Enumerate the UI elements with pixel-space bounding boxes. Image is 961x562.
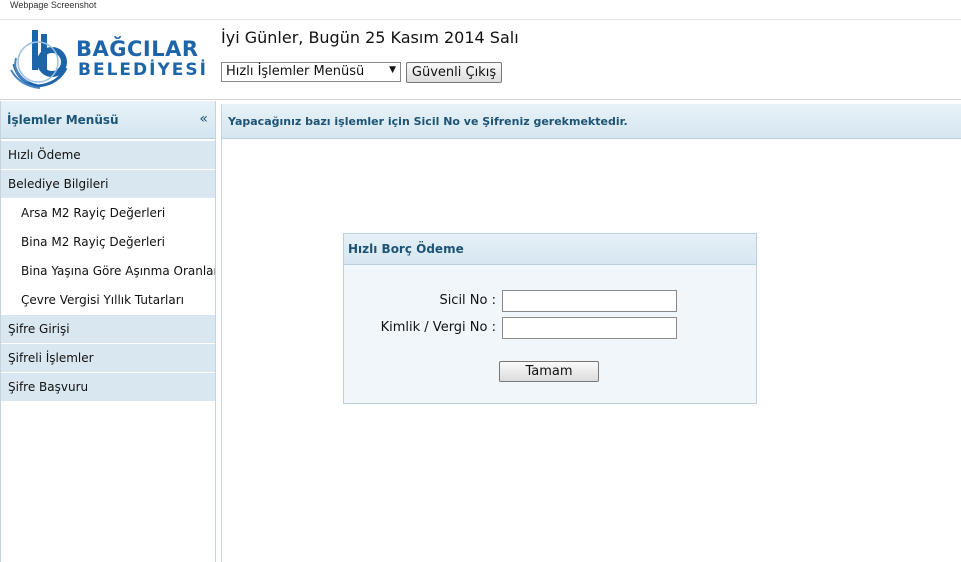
logo-subtitle: BELEDİYESİ bbox=[78, 60, 208, 80]
sidebar-item-arsa-rayic[interactable]: Arsa M2 Rayiç Değerleri bbox=[1, 199, 215, 228]
sidebar-item-hizli-odeme[interactable]: Hızlı Ödeme bbox=[1, 141, 215, 170]
sidebar: İşlemler Menüsü « Hızlı Ödeme Belediye B… bbox=[0, 101, 216, 562]
sidebar-item-sifre-girisi[interactable]: Şifre Girişi bbox=[1, 315, 215, 344]
logo-emblem-icon bbox=[10, 30, 68, 89]
submit-button[interactable]: Tamam bbox=[499, 361, 599, 382]
sidebar-header: İşlemler Menüsü « bbox=[1, 101, 215, 139]
logout-button[interactable]: Güvenli Çıkış bbox=[406, 62, 502, 83]
header-divider bbox=[0, 99, 961, 100]
notice-text: Yapacağınız bazı işlemler için Sicil No … bbox=[228, 115, 628, 128]
notice-bar: Yapacağınız bazı işlemler için Sicil No … bbox=[221, 104, 961, 139]
main-border bbox=[221, 139, 222, 562]
sidebar-item-sifreli-islemler[interactable]: Şifreli İşlemler bbox=[1, 344, 215, 373]
dropdown-arrow-icon: ▼ bbox=[389, 65, 396, 75]
sidebar-item-cevre-vergisi[interactable]: Çevre Vergisi Yıllık Tutarları bbox=[1, 286, 215, 315]
sidebar-item-asinma-oranlari[interactable]: Bina Yaşına Göre Aşınma Oranları bbox=[1, 257, 215, 286]
logo[interactable]: BAĞCILAR BELEDİYESİ bbox=[6, 24, 206, 90]
kimlik-label: Kimlik / Vergi No : bbox=[380, 320, 496, 335]
sicil-input[interactable] bbox=[502, 290, 677, 312]
quick-payment-panel: Hızlı Borç Ödeme Sicil No : Kimlik / Ver… bbox=[343, 233, 757, 404]
sidebar-title: İşlemler Menüsü bbox=[7, 113, 119, 127]
sidebar-item-sifre-basvuru[interactable]: Şifre Başvuru bbox=[1, 373, 215, 402]
sidebar-item-bina-rayic[interactable]: Bina M2 Rayiç Değerleri bbox=[1, 228, 215, 257]
panel-title: Hızlı Borç Ödeme bbox=[348, 242, 464, 256]
sidebar-item-belediye-bilgileri[interactable]: Belediye Bilgileri bbox=[1, 170, 215, 199]
logo-title: BAĞCILAR bbox=[76, 37, 199, 61]
greeting-text: İyi Günler, Bugün 25 Kasım 2014 Salı bbox=[221, 28, 519, 47]
quick-menu-select[interactable]: Hızlı İşlemler Menüsü ▼ bbox=[221, 62, 401, 82]
page-caption: Webpage Screenshot bbox=[10, 0, 97, 10]
sicil-label: Sicil No : bbox=[439, 293, 496, 308]
quick-menu-selected: Hızlı İşlemler Menüsü bbox=[226, 64, 365, 79]
kimlik-input[interactable] bbox=[502, 317, 677, 339]
collapse-icon[interactable]: « bbox=[199, 111, 208, 127]
panel-header: Hızlı Borç Ödeme bbox=[344, 234, 756, 265]
top-divider bbox=[0, 19, 961, 20]
